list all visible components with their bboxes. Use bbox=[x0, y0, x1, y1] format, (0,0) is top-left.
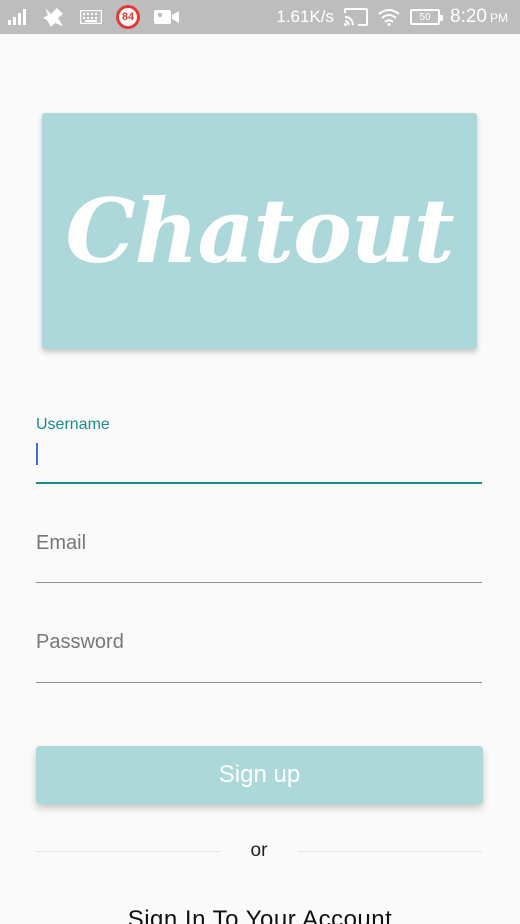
clock-time: 8:20 bbox=[450, 6, 487, 27]
app-notification-icon bbox=[43, 8, 63, 27]
app-logo-card: Chatout bbox=[42, 113, 477, 349]
signin-link[interactable]: Sign In To Your Account bbox=[0, 906, 520, 924]
video-camera-icon bbox=[154, 10, 179, 24]
divider-line-right bbox=[298, 851, 482, 852]
wifi-icon bbox=[378, 9, 400, 26]
username-label: Username bbox=[36, 416, 110, 433]
cast-icon bbox=[344, 8, 369, 26]
app-logo-text: Chatout bbox=[65, 179, 454, 283]
signal-icon bbox=[8, 9, 26, 25]
password-input[interactable] bbox=[36, 627, 482, 657]
divider-or-text: or bbox=[250, 840, 268, 861]
email-underline bbox=[36, 582, 482, 583]
keyboard-icon bbox=[80, 10, 102, 24]
email-input[interactable] bbox=[36, 528, 482, 558]
network-speed: 1.61K/s bbox=[276, 7, 335, 26]
status-bar-left: 84 bbox=[8, 0, 180, 34]
signup-button[interactable]: Sign up bbox=[36, 746, 483, 804]
notification-count-badge: 84 bbox=[116, 5, 140, 29]
status-bar-right: 1.61K/s 50 8:20 PM bbox=[276, 0, 508, 34]
divider-line-left bbox=[36, 851, 220, 852]
status-clock: 8:20 PM bbox=[450, 6, 508, 28]
password-field bbox=[36, 624, 482, 684]
status-bar: 84 1.61K/s 50 8:20 PM bbox=[0, 0, 520, 34]
password-underline bbox=[36, 682, 482, 683]
email-field bbox=[36, 525, 482, 585]
clock-ampm: PM bbox=[490, 11, 508, 25]
battery-icon: 50 bbox=[410, 9, 444, 25]
username-field: Username bbox=[36, 416, 482, 486]
username-input[interactable] bbox=[36, 440, 482, 470]
username-underline bbox=[36, 482, 482, 484]
